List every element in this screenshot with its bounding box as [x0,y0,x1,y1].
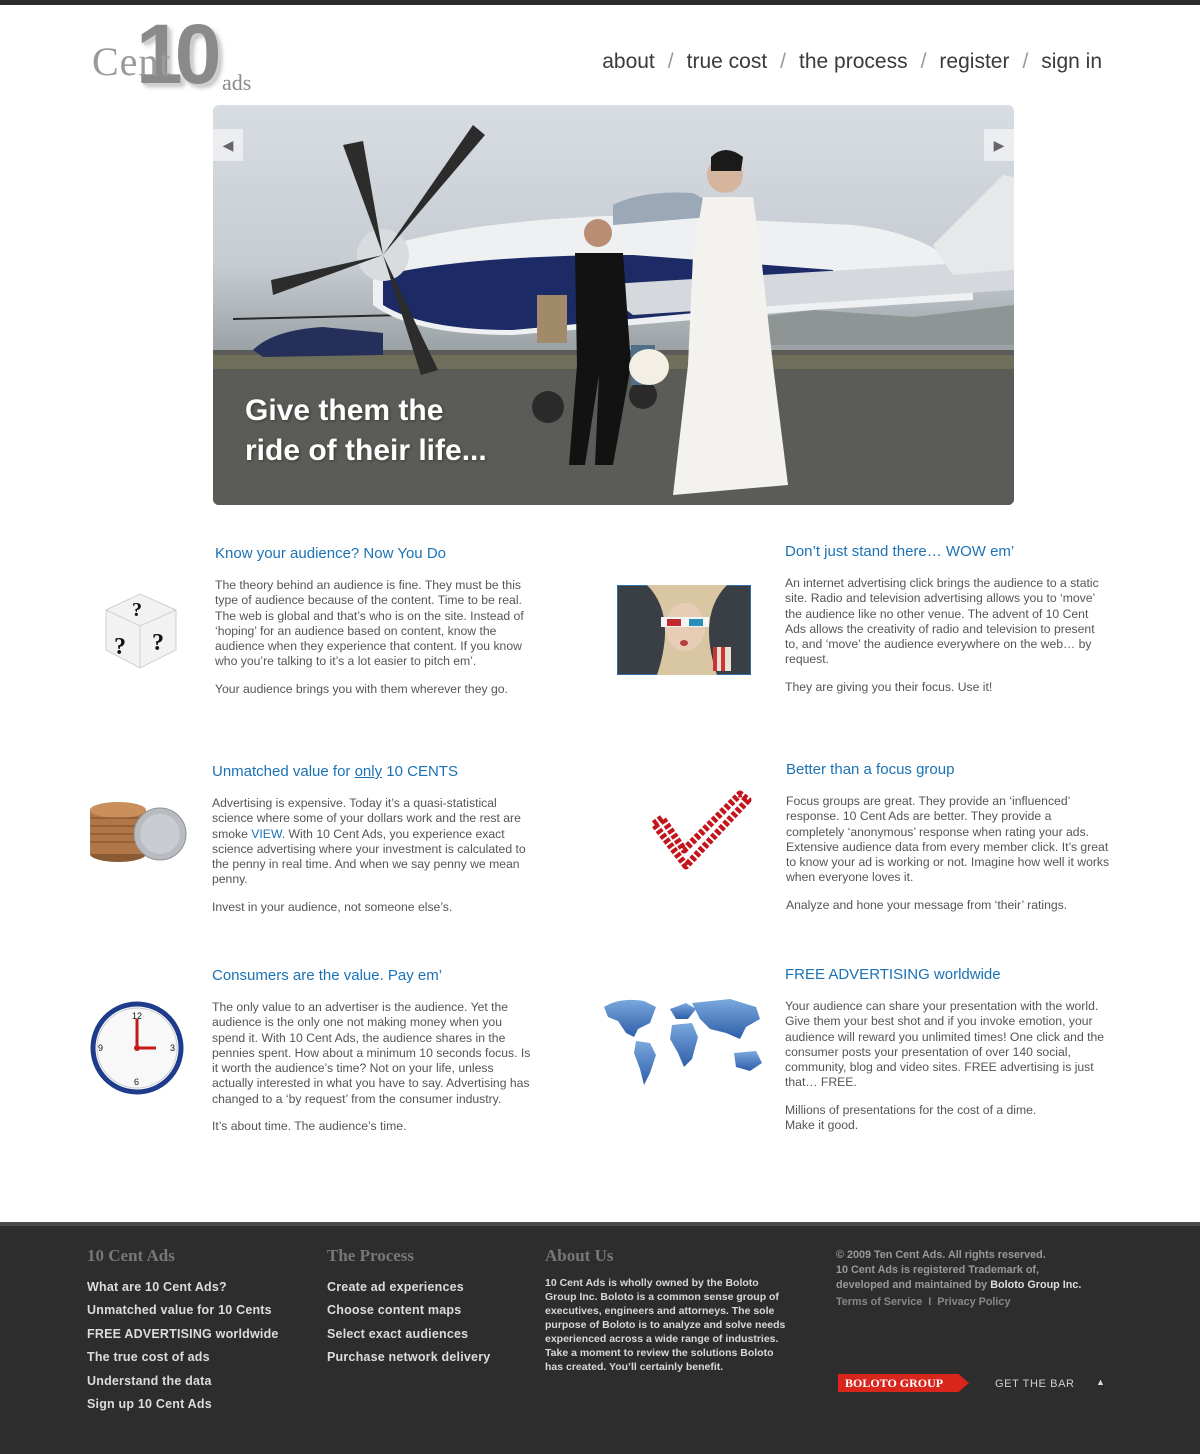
nav-the-process[interactable]: the process [799,50,908,74]
footer-link[interactable]: Understand the data [87,1370,279,1393]
footer-col-about: About Us 10 Cent Ads is wholly owned by … [545,1246,790,1374]
feature-audience-text: The theory behind an audience is fine. T… [215,578,524,669]
feature-value-title: Unmatched value for only 10 CENTS [212,763,537,780]
footer-link[interactable]: Select exact audiences [327,1323,490,1346]
nav-register[interactable]: register [939,50,1009,74]
feature-value-title-pre: Unmatched value for [212,763,355,780]
feature-audience-tagline: Your audience brings you with them where… [215,681,508,696]
feature-wow: Don’t just stand there… WOW em’ An inter… [785,543,1110,707]
svg-text:6: 6 [134,1077,139,1087]
feature-free-title: FREE ADVERTISING worldwide [785,966,1001,983]
footer-link[interactable]: FREE ADVERTISING worldwide [87,1323,279,1346]
get-the-bar-link[interactable]: GET THE BAR [995,1378,1075,1390]
svg-text:?: ? [132,599,142,621]
feature-consumers-text: The only value to an advertiser is the a… [212,1000,531,1106]
hero-slideshow: ◀ ▶ Give them the ride of their life... [213,105,1014,505]
feature-free-tagline-line2: Make it good. [785,1118,859,1133]
nav-separator: / [780,50,787,73]
hero-next-button[interactable]: ▶ [984,129,1014,161]
boloto-group-link[interactable]: Boloto Group Inc. [990,1279,1081,1291]
footer-col2-title: The Process [327,1246,415,1265]
hero-caption-line2: ride of their life... [245,434,487,467]
feature-value-tagline: Invest in your audience, not someone els… [212,899,453,914]
world-map-icon [604,999,762,1085]
feature-free-tagline-line1: Millions of presentations for the cost o… [785,1102,1037,1117]
footer-copyright: © 2009 Ten Cent Ads. All rights reserved… [836,1248,1081,1310]
svg-text:3: 3 [170,1043,175,1053]
copyright-line3: developed and maintained by Boloto Group… [836,1278,1081,1293]
feature-wow-title: Don’t just stand there… WOW em’ [785,543,1015,560]
footer-link[interactable]: Purchase network delivery [327,1346,490,1369]
triangle-right-icon: ▶ [993,136,1005,153]
feature-focus-text: Focus groups are great. They provide an … [786,794,1110,885]
svg-text:?: ? [114,634,126,660]
feature-focus: Better than a focus group Focus groups a… [786,761,1111,925]
logo-ads: ads [222,70,252,95]
feature-wow-tagline: They are giving you their focus. Use it! [785,679,993,694]
site-footer: 10 Cent Ads What are 10 Cent Ads? Unmatc… [0,1222,1200,1454]
view-link[interactable]: VIEW [251,827,281,841]
copyright-line3-pre: developed and maintained by [836,1279,991,1291]
hero-caption: Give them the ride of their life... [245,391,565,471]
copyright-line1: © 2009 Ten Cent Ads. All rights reserved… [836,1249,1046,1261]
logo-cent: Cent [92,39,172,84]
feature-value: Unmatched value for only 10 CENTS Advert… [212,763,537,927]
footer-col-10-cent-ads: 10 Cent Ads What are 10 Cent Ads? Unmatc… [87,1246,279,1416]
feature-free: FREE ADVERTISING worldwide Your audience… [785,966,1110,1145]
footer-link[interactable]: Create ad experiences [327,1276,490,1299]
nav-sign-in[interactable]: sign in [1041,50,1102,74]
footer-link[interactable]: What are 10 Cent Ads? [87,1276,279,1299]
footer-col1-title: 10 Cent Ads [87,1246,175,1265]
feature-focus-title: Better than a focus group [786,761,955,778]
copyright-line2: 10 Cent Ads is registered Trademark of, [836,1264,1040,1276]
footer-link[interactable]: Choose content maps [327,1299,490,1322]
feature-value-text: Advertising is expensive. Today it’s a q… [212,796,537,888]
nav-true-cost[interactable]: true cost [687,50,768,74]
feature-free-tagline: Millions of presentations for the cost o… [785,1103,1110,1134]
nav-separator: / [1022,50,1029,73]
feature-audience: Know your audience? Now You Do The theor… [215,545,540,709]
footer-col-process: The Process Create ad experiences Choose… [327,1246,490,1370]
svg-text:?: ? [152,630,164,656]
feature-consumers: Consumers are the value. Pay em’ The onl… [212,967,537,1146]
feature-audience-title: Know your audience? Now You Do [215,545,446,562]
footer-legal-links: Terms of Service I Privacy Policy [836,1295,1081,1310]
svg-text:9: 9 [98,1043,103,1053]
triangle-left-icon: ◀ [222,136,234,153]
feature-value-title-post: 10 CENTS [382,763,458,780]
audience-3d-glasses-photo [617,585,751,675]
feature-focus-tagline: Analyze and hone your message from ‘thei… [786,897,1068,912]
feature-wow-text: An internet advertising click brings the… [785,576,1099,667]
privacy-policy-link[interactable]: Privacy Policy [937,1296,1010,1308]
footer-link[interactable]: The true cost of ads [87,1346,279,1369]
clock-icon: 12 3 6 9 [90,1001,184,1095]
legal-link-separator: I [928,1296,932,1308]
footer-about-text: 10 Cent Ads is wholly owned by the Bolot… [545,1277,786,1373]
hero-caption-line1: Give them the [245,394,444,427]
hero-prev-button[interactable]: ◀ [213,129,243,161]
triangle-up-icon[interactable]: ▲ [1096,1377,1105,1387]
terms-of-service-link[interactable]: Terms of Service [836,1296,922,1308]
boloto-group-badge[interactable]: BOLOTO GROUP [838,1374,969,1392]
nav-separator: / [667,50,674,73]
feature-consumers-tagline: It’s about time. The audience’s time. [212,1119,407,1134]
nav-separator: / [920,50,927,73]
footer-col3-title: About Us [545,1246,614,1265]
main-nav: about / true cost / the process / regist… [602,50,1102,74]
coins-stack-icon [90,802,187,862]
nav-about[interactable]: about [602,50,655,74]
question-dice-icon: ? ? ? [105,593,177,669]
feature-consumers-title: Consumers are the value. Pay em’ [212,967,443,984]
feature-value-title-only: only [354,763,383,780]
feature-free-text: Your audience can share your presentatio… [785,999,1105,1090]
top-bar [0,0,1200,5]
site-logo[interactable]: 10 Cent ads [92,12,272,102]
footer-link[interactable]: Sign up 10 Cent Ads [87,1393,279,1416]
red-checkmark-icon [650,790,752,870]
footer-link[interactable]: Unmatched value for 10 Cents [87,1299,279,1322]
